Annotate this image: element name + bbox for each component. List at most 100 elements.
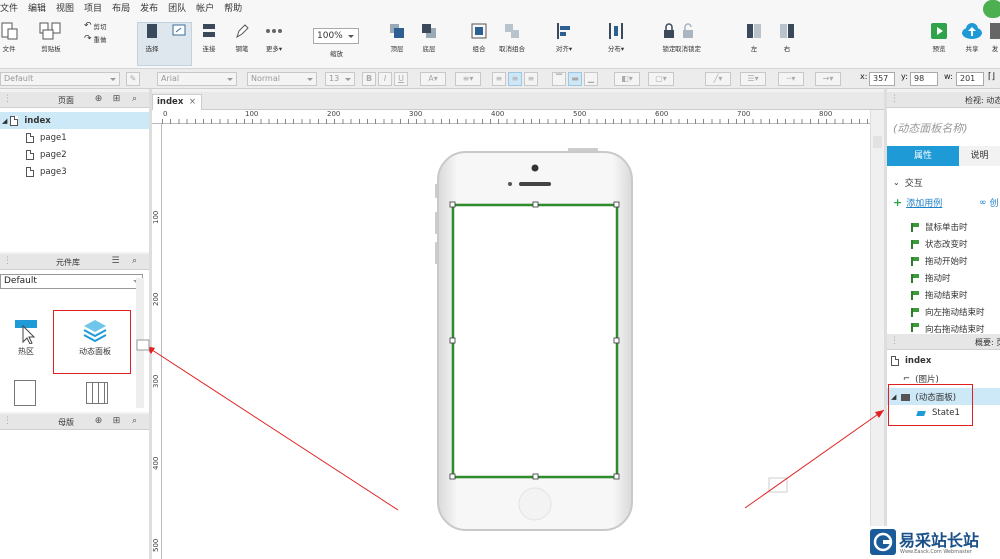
add-folder-icon[interactable]: ⊞ <box>111 94 122 105</box>
event-on-drag-drop[interactable]: 拖动结束时 <box>911 289 968 301</box>
redo-button[interactable]: ↷ 重做 <box>84 34 107 44</box>
widget-dynamic-panel[interactable]: 动态面板 <box>60 318 130 357</box>
style-edit-button[interactable]: ✎ <box>126 72 140 86</box>
layers-icon <box>83 320 107 343</box>
group-button[interactable]: 组合 <box>470 22 488 53</box>
menu-file[interactable]: 文件 <box>0 1 18 14</box>
line-color-button[interactable]: ╱▾ <box>705 72 731 86</box>
library-select[interactable]: Default <box>0 274 143 289</box>
panel-name-input[interactable]: (动态面板名称) <box>893 120 968 136</box>
publish-button[interactable]: 发 <box>990 22 1000 53</box>
event-on-drag[interactable]: 拖动时 <box>911 272 951 284</box>
align-center-button[interactable]: ≡ <box>508 72 522 86</box>
file-button[interactable]: 文件 <box>0 22 18 53</box>
share-button[interactable]: 共享 <box>961 22 983 53</box>
event-on-state-change[interactable]: 状态改变时 <box>911 238 968 250</box>
align-left-button[interactable]: ≡ <box>492 72 506 86</box>
send-to-bottom-button[interactable]: 底层 <box>420 22 438 53</box>
menu-team[interactable]: 团队 <box>168 1 186 14</box>
font-select[interactable]: Arial <box>157 72 237 86</box>
style-select[interactable]: Default <box>0 72 120 86</box>
connection-button[interactable]: 连接 <box>200 22 218 53</box>
zoom-select[interactable]: 100% <box>313 28 359 44</box>
canvas-vertical-scrollbar[interactable] <box>870 110 884 559</box>
outline-root[interactable]: index <box>891 356 931 366</box>
search-icon[interactable]: ⌕ <box>129 416 140 427</box>
close-icon[interactable]: × <box>189 97 196 107</box>
shadow-button[interactable]: ▢▾ <box>648 72 674 86</box>
valign-bottom-button[interactable]: ▁ <box>584 72 598 86</box>
more-button[interactable]: 更多▾ <box>264 22 284 53</box>
underline-button[interactable]: U <box>394 72 408 86</box>
menu-layout[interactable]: 布局 <box>112 1 130 14</box>
valign-top-button[interactable]: ▔ <box>552 72 566 86</box>
ungroup-button[interactable]: 取消组合 <box>499 22 525 53</box>
tree-item-index[interactable]: ◢ index <box>0 112 149 129</box>
tab-properties[interactable]: 属性 <box>887 146 959 166</box>
select-button[interactable]: 选择 <box>143 22 161 53</box>
widget-list-partial[interactable] <box>14 380 36 406</box>
section-interactions[interactable]: ⌄ 交互 <box>893 176 923 189</box>
event-on-swipe-right[interactable]: 向右拖动结束时 <box>911 323 985 334</box>
widget-hotspot[interactable]: 热区 <box>6 318 46 357</box>
w-input[interactable]: 201 <box>956 72 984 86</box>
create-link[interactable]: ∞ 创 <box>979 196 999 210</box>
line-style-button[interactable]: ┄▾ <box>778 72 804 86</box>
distribute-button[interactable]: 分布▾ <box>607 22 625 53</box>
preview-button[interactable]: 预览 <box>930 22 948 53</box>
scrollbar-thumb[interactable] <box>873 136 882 148</box>
connect-button[interactable] <box>170 22 188 43</box>
resize-lock-icon[interactable]: ⌈⌋ <box>988 72 995 82</box>
event-on-click[interactable]: 鼠标单击时 <box>911 221 968 233</box>
font-size-select[interactable]: 13 <box>325 72 355 86</box>
tab-notes[interactable]: 说明 <box>959 146 1000 166</box>
widget-table-partial[interactable] <box>86 382 108 404</box>
add-page-icon[interactable]: ⊕ <box>93 94 104 105</box>
menu-icon[interactable]: ☰ <box>110 256 121 267</box>
bring-to-top-button[interactable]: 顶层 <box>388 22 406 53</box>
event-on-swipe-left[interactable]: 向左拖动结束时 <box>911 306 985 318</box>
line-width-button[interactable]: ☰▾ <box>740 72 766 86</box>
right-panel-button[interactable]: 右 <box>778 22 796 53</box>
add-master-icon[interactable]: ⊕ <box>93 416 104 427</box>
phone-image[interactable] <box>162 124 870 559</box>
menu-project[interactable]: 项目 <box>84 1 102 14</box>
undo-button[interactable]: ↶ 剪切 <box>84 21 107 31</box>
align-button[interactable]: 对齐▾ <box>555 22 573 53</box>
menu-account[interactable]: 帐户 <box>196 1 214 14</box>
search-icon[interactable]: ⌕ <box>129 94 140 105</box>
widgets-scrollbar[interactable] <box>136 278 144 408</box>
font-color-button[interactable]: A▾ <box>420 72 446 86</box>
unlock-button[interactable]: 取消锁定 <box>675 22 701 53</box>
bold-button[interactable]: B <box>362 72 376 86</box>
fill-color-button[interactable]: ◧▾ <box>614 72 640 86</box>
tree-item-page1[interactable]: page1 <box>0 129 149 146</box>
pen-button[interactable]: 钢笔 <box>233 22 251 53</box>
phone-speaker <box>519 182 551 186</box>
menu-publish[interactable]: 发布 <box>140 1 158 14</box>
y-input[interactable]: 98 <box>910 72 938 86</box>
tree-item-page2[interactable]: page2 <box>0 146 149 163</box>
menu-edit[interactable]: 编辑 <box>28 1 46 14</box>
add-case-link[interactable]: + 添加用例 <box>893 196 942 209</box>
connector-icon <box>172 24 186 36</box>
bullet-button[interactable]: ≡▾ <box>455 72 481 86</box>
tree-item-page3[interactable]: page3 <box>0 163 149 180</box>
add-folder-icon[interactable]: ⊞ <box>111 416 122 427</box>
event-flag-icon <box>911 239 919 249</box>
menu-help[interactable]: 帮助 <box>224 1 242 14</box>
menu-view[interactable]: 视图 <box>56 1 74 14</box>
event-on-drag-start[interactable]: 拖动开始时 <box>911 255 968 267</box>
ruler-top: 0 100 200 300 400 500 600 700 800 <box>152 110 870 124</box>
design-canvas[interactable] <box>162 124 870 559</box>
tab-index[interactable]: index × <box>152 94 202 110</box>
arrow-style-button[interactable]: →▾ <box>815 72 841 86</box>
search-icon[interactable]: ⌕ <box>129 256 140 267</box>
valign-middle-button[interactable]: ▬ <box>568 72 582 86</box>
align-right-button[interactable]: ≡ <box>524 72 538 86</box>
left-panel-button[interactable]: 左 <box>745 22 763 53</box>
font-weight-select[interactable]: Normal <box>247 72 317 86</box>
x-input[interactable]: 357 <box>869 72 895 86</box>
italic-button[interactable]: I <box>378 72 392 86</box>
clipboard-button[interactable]: 剪贴板 <box>38 22 64 53</box>
